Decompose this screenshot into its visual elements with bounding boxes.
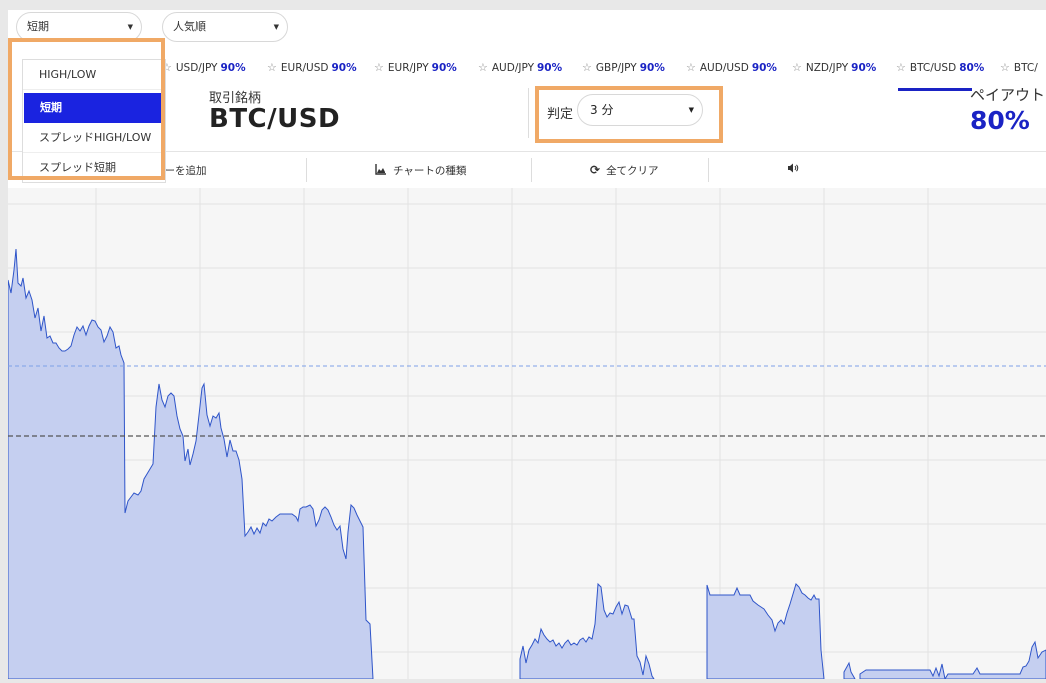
star-outline-icon[interactable]: ☆ — [374, 61, 384, 74]
star-outline-icon[interactable]: ☆ — [792, 61, 802, 74]
chevron-down-icon: ▼ — [127, 23, 133, 31]
symbol-payout: 90% — [331, 62, 357, 74]
symbol-usd-jpy[interactable]: ☆ USD/JPY 90% — [162, 61, 246, 74]
star-outline-icon[interactable]: ☆ — [1000, 61, 1010, 74]
divider — [528, 88, 529, 138]
star-outline-icon[interactable]: ☆ — [478, 61, 488, 74]
symbol-payout: 90% — [851, 62, 877, 74]
star-outline-icon[interactable]: ☆ — [582, 61, 592, 74]
divider — [531, 158, 532, 182]
divider — [306, 158, 307, 182]
symbol-payout: 90% — [751, 62, 777, 74]
symbol-strip: ☆ USD/JPY 90% ☆ EUR/USD 90% ☆ EUR/JPY 90% ☆ AUD… — [160, 58, 1046, 80]
symbol-pair: BTC/ — [1013, 62, 1038, 74]
symbol-pair: USD/JPY — [175, 62, 218, 74]
trading-app: 短期 ▼ 人気順 ▼ ☆ USD/JPY 90% ☆ EUR/USD 90% ☆ EUR/… — [7, 10, 1046, 681]
symbol-payout: 90% — [639, 62, 665, 74]
area-chart-icon — [375, 164, 386, 175]
chevron-down-icon: ▼ — [273, 23, 279, 31]
symbol-aud-jpy[interactable]: ☆ AUD/JPY 90% — [478, 61, 562, 74]
symbol-pair: NZD/JPY — [805, 62, 849, 74]
price-chart-svg — [7, 188, 1046, 681]
speaker-icon — [788, 163, 799, 173]
price-chart[interactable] — [7, 188, 1046, 681]
refresh-icon: ⟳ — [590, 163, 601, 177]
price-area — [7, 248, 1046, 681]
symbol-eur-usd[interactable]: ☆ EUR/USD 90% — [267, 61, 357, 74]
clear-all-label: 全てクリア — [606, 165, 659, 177]
symbol-gbp-jpy[interactable]: ☆ GBP/JPY 90% — [582, 61, 665, 74]
symbol-pair: AUD/JPY — [491, 62, 534, 74]
symbol-payout: 90% — [431, 62, 457, 74]
sort-select-value: 人気順 — [173, 20, 206, 33]
symbol-pair: BTC/USD — [909, 62, 957, 74]
symbol-pair: GBP/JPY — [595, 62, 637, 74]
payout-value: 80% — [970, 106, 1030, 135]
clear-all-button[interactable]: ⟳ 全てクリア — [590, 163, 659, 178]
symbol-pair: EUR/USD — [280, 62, 329, 74]
chart-type-button[interactable]: チャートの種類 — [375, 163, 466, 178]
payout-label: ペイアウト — [970, 86, 1046, 104]
sound-button[interactable] — [787, 163, 799, 176]
symbol-aud-usd[interactable]: ☆ AUD/USD 90% — [686, 61, 777, 74]
symbol-payout: 90% — [536, 62, 563, 74]
period-select-value: 短期 — [27, 20, 49, 33]
star-outline-icon[interactable]: ☆ — [686, 61, 696, 74]
divider — [708, 158, 709, 182]
asset-value: BTC/USD — [209, 104, 341, 134]
symbol-payout: 80% — [959, 62, 985, 74]
chart-type-label: チャートの種類 — [393, 165, 467, 177]
star-outline-icon[interactable]: ☆ — [896, 61, 906, 74]
symbol-pair: EUR/JPY — [387, 62, 429, 74]
symbol-btc-usd[interactable]: ☆ BTC/USD 80% — [896, 61, 984, 74]
star-outline-icon[interactable]: ☆ — [267, 61, 277, 74]
sort-select[interactable]: 人気順 ▼ — [162, 12, 288, 42]
symbol-pair: AUD/USD — [699, 62, 749, 74]
symbol-payout: 90% — [220, 62, 246, 74]
symbol-nzd-jpy[interactable]: ☆ NZD/JPY 90% — [792, 61, 876, 74]
payout-underline — [898, 88, 972, 91]
symbol-eur-jpy[interactable]: ☆ EUR/JPY 90% — [374, 61, 457, 74]
symbol-btc-partial[interactable]: ☆ BTC/ — [1000, 61, 1041, 74]
highlight-box-menu — [8, 38, 165, 180]
highlight-box-judgement — [535, 86, 723, 143]
